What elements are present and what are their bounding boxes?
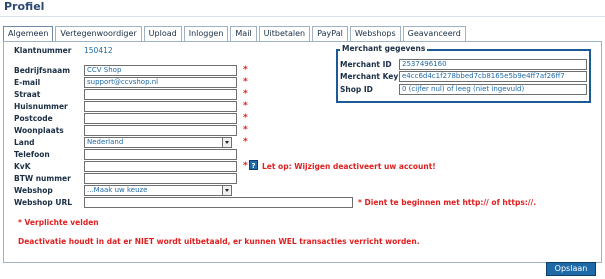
land-row: Land Nederland * (14, 137, 314, 149)
kvk-warning: Let op: Wijzigen deactiveert uw account! (262, 162, 436, 171)
land-select[interactable]: Nederland (84, 137, 232, 148)
tab-algemeen[interactable]: Algemeen (3, 26, 54, 42)
tab-inloggen[interactable]: Inloggen (183, 26, 229, 41)
chevron-down-icon[interactable] (222, 138, 231, 147)
merchant-key-row: Merchant Key e4cc6d4c1f278bbed7cb8165e5b… (340, 71, 590, 83)
email-input[interactable]: support@ccvshop.nl (84, 77, 237, 88)
save-button[interactable]: Opslaan (546, 262, 596, 276)
bedrijfsnaam-row: Bedrijfsnaam CCV Shop * (14, 65, 314, 77)
webshop-row: Webshop ...Maak uw keuze (14, 185, 314, 197)
webshop-label: Webshop (14, 186, 53, 195)
tab-mail[interactable]: Mail (230, 26, 257, 41)
bedrijfsnaam-input[interactable]: CCV Shop (84, 65, 237, 76)
huisnummer-row: Huisnummer * (14, 101, 314, 113)
land-label: Land (14, 138, 35, 147)
email-label: E-mail (14, 78, 41, 87)
required-fields-note: * Verplichte velden (18, 218, 99, 227)
required-marker: * (243, 161, 248, 171)
klantnummer-label: Klantnummer (14, 46, 72, 55)
tab-vertegenwoordiger[interactable]: Vertegenwoordiger (55, 26, 142, 41)
webshop-url-label: Webshop URL (14, 198, 73, 207)
tab-paypal[interactable]: PayPal (312, 26, 348, 41)
tab-bar: Algemeen Vertegenwoordiger Upload Inlogg… (3, 26, 468, 42)
merchant-id-field[interactable]: 2537496160 (399, 59, 587, 70)
deactivation-note: Deactivatie houdt in dat er NIET wordt u… (18, 237, 420, 246)
huisnummer-input[interactable] (84, 101, 237, 112)
woonplaats-input[interactable] (84, 125, 237, 136)
postcode-input[interactable] (84, 113, 237, 124)
woonplaats-label: Woonplaats (14, 126, 64, 135)
postcode-row: Postcode * (14, 113, 314, 125)
merchant-id-label: Merchant ID (340, 60, 392, 69)
required-marker: * (243, 137, 248, 147)
tab-webshops[interactable]: Webshops (349, 26, 401, 41)
shop-id-field[interactable]: 0 (cijfer nul) of leeg (niet ingevuld) (399, 84, 587, 95)
telefoon-label: Telefoon (14, 150, 50, 159)
straat-input[interactable] (84, 89, 237, 100)
kvk-label: KvK (14, 162, 31, 171)
help-icon[interactable]: ? (249, 160, 258, 170)
required-marker: * (243, 101, 248, 111)
required-marker: * (243, 65, 248, 75)
tab-upload[interactable]: Upload (143, 26, 182, 41)
kvk-input[interactable] (84, 161, 237, 172)
required-marker: * (243, 113, 248, 123)
land-select-value: Nederland (87, 138, 124, 146)
huisnummer-label: Huisnummer (14, 102, 68, 111)
webshop-select[interactable]: ...Maak uw keuze (84, 185, 232, 196)
straat-row: Straat * (14, 89, 314, 101)
webshop-url-hint: * Dient te beginnen met http:// of https… (358, 198, 537, 207)
required-marker: * (243, 77, 248, 87)
klantnummer-value: 150412 (84, 46, 113, 55)
tab-uitbetalen[interactable]: Uitbetalen (258, 26, 311, 41)
merchant-key-label: Merchant Key (340, 72, 399, 81)
webshop-url-input[interactable] (84, 197, 353, 208)
shop-id-label: Shop ID (340, 85, 373, 94)
required-marker: * (243, 125, 248, 135)
chevron-down-icon[interactable] (222, 186, 231, 195)
kvk-row: KvK * ? Let op: Wijzigen deactiveert uw … (14, 160, 436, 173)
merchant-id-row: Merchant ID 2537496160 (340, 59, 590, 71)
btw-input[interactable] (84, 173, 237, 184)
shop-id-row: Shop ID 0 (cijfer nul) of leeg (niet ing… (340, 84, 590, 96)
page-title: Profiel (4, 0, 45, 13)
btw-label: BTW nummer (14, 174, 71, 183)
required-marker: * (243, 89, 248, 99)
woonplaats-row: Woonplaats * (14, 125, 314, 137)
webshop-select-value: ...Maak uw keuze (87, 186, 148, 194)
telefoon-row: Telefoon (14, 149, 314, 161)
bedrijfsnaam-label: Bedrijfsnaam (14, 66, 71, 75)
merchant-key-field[interactable]: e4cc6d4c1f278bbed7cb8165e5b9e4ff7af26ff7 (399, 71, 587, 82)
merchant-gegevens-legend: Merchant gegevens (340, 44, 428, 54)
klantnummer-row: Klantnummer 150412 (14, 45, 314, 57)
postcode-label: Postcode (14, 114, 53, 123)
straat-label: Straat (14, 90, 41, 99)
tab-geavanceerd[interactable]: Geavanceerd (402, 26, 466, 41)
telefoon-input[interactable] (84, 149, 237, 160)
btw-row: BTW nummer (14, 173, 314, 185)
title-divider (0, 16, 605, 17)
webshop-url-row: Webshop URL * Dient te beginnen met http… (14, 197, 554, 209)
email-row: E-mail support@ccvshop.nl * (14, 77, 314, 89)
